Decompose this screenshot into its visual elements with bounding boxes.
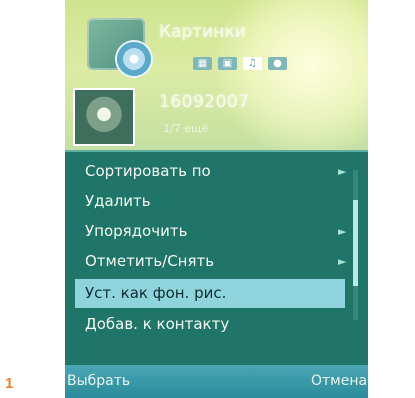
view-tabs: ▦ ▣ ♫ ● xyxy=(193,57,287,70)
options-menu: Сортировать по ► Удалить Упорядочить ► О… xyxy=(65,150,368,365)
select-softkey[interactable]: Выбрать xyxy=(67,373,130,389)
scrollbar-thumb[interactable] xyxy=(353,200,358,286)
phone-screen: Картинки ▦ ▣ ♫ ● 16092007 1/7 ещё Сортир… xyxy=(65,0,368,398)
menu-item-mark-unmark[interactable]: Отметить/Снять xyxy=(65,247,345,276)
menu-scrollbar[interactable] xyxy=(353,170,358,320)
menu-item-delete[interactable]: Удалить xyxy=(65,187,345,216)
menu-item-set-wallpaper[interactable]: Уст. как фон. рис. xyxy=(75,279,345,308)
globe-icon[interactable]: ● xyxy=(268,57,287,70)
figure-number: 1 xyxy=(5,375,14,392)
menu-item-label: Упорядочить xyxy=(85,222,188,240)
image-counter: 1/7 ещё xyxy=(163,122,209,135)
gallery-folder-icon xyxy=(87,18,151,76)
softkey-bar: Выбрать Отмена xyxy=(65,365,368,398)
disc-icon xyxy=(117,42,151,76)
music-note-icon[interactable]: ♫ xyxy=(243,57,262,70)
menu-item-label: Добав. к контакту xyxy=(85,315,230,333)
menu-item-label: Уст. как фон. рис. xyxy=(85,284,227,302)
folder-title: Картинки xyxy=(159,22,246,42)
menu-item-label: Удалить xyxy=(85,192,151,210)
menu-item-sort[interactable]: Сортировать по xyxy=(65,157,345,186)
submenu-arrow-icon: ► xyxy=(338,165,347,178)
image-icon[interactable]: ▣ xyxy=(218,57,237,70)
cancel-softkey[interactable]: Отмена xyxy=(311,373,367,389)
menu-item-arrange[interactable]: Упорядочить xyxy=(65,217,345,246)
menu-item-label: Сортировать по xyxy=(85,162,211,180)
grid-icon[interactable]: ▦ xyxy=(193,57,212,70)
image-thumbnail[interactable] xyxy=(73,88,135,146)
submenu-arrow-icon: ► xyxy=(338,255,347,268)
menu-item-add-to-contact[interactable]: Добав. к контакту xyxy=(65,310,345,339)
submenu-arrow-icon: ► xyxy=(338,225,347,238)
menu-item-label: Отметить/Снять xyxy=(85,252,215,270)
image-title: 16092007 xyxy=(159,92,250,112)
